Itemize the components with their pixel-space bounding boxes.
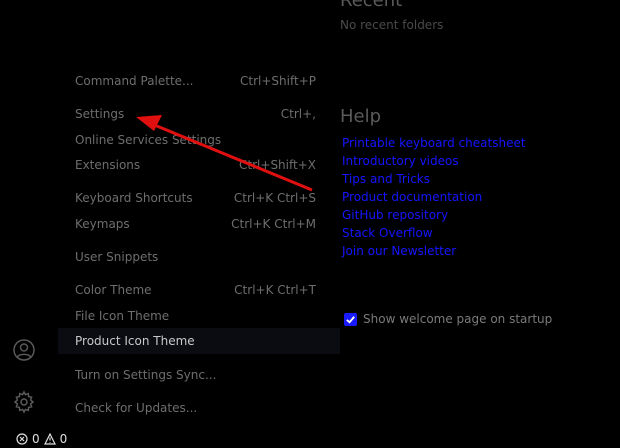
- recent-heading: Recent: [340, 0, 403, 11]
- help-link-stack-overflow[interactable]: Stack Overflow: [342, 224, 526, 242]
- menu-item-command-palette[interactable]: Command Palette... Ctrl+Shift+P: [58, 68, 340, 94]
- menu-item-shortcut: Ctrl+Shift+X: [239, 158, 316, 172]
- manage-gear-icon[interactable]: [12, 390, 36, 414]
- menu-item-label: User Snippets: [75, 250, 159, 264]
- menu-item-shortcut: Ctrl+,: [280, 107, 316, 121]
- help-heading: Help: [340, 106, 382, 127]
- error-icon[interactable]: [16, 433, 28, 445]
- menu-item-label: Keyboard Shortcuts: [75, 191, 193, 205]
- help-link-github-repository[interactable]: GitHub repository: [342, 206, 526, 224]
- account-icon[interactable]: [12, 338, 36, 362]
- menu-item-label: Keymaps: [75, 217, 130, 231]
- warning-count[interactable]: 0: [60, 432, 68, 446]
- menu-item-settings-sync[interactable]: Turn on Settings Sync...: [58, 362, 340, 388]
- help-link-tips-and-tricks[interactable]: Tips and Tricks: [342, 170, 526, 188]
- menu-item-label: Turn on Settings Sync...: [75, 368, 217, 382]
- menu-item-keymaps[interactable]: Keymaps Ctrl+K Ctrl+M: [58, 211, 340, 237]
- menu-item-label: Command Palette...: [75, 74, 194, 88]
- menu-item-color-theme[interactable]: Color Theme Ctrl+K Ctrl+T: [58, 277, 340, 303]
- help-link-introductory-videos[interactable]: Introductory videos: [342, 152, 526, 170]
- menu-item-label: Settings: [75, 107, 125, 121]
- menu-item-shortcut: Ctrl+K Ctrl+T: [234, 283, 316, 297]
- check-icon: [346, 315, 355, 324]
- help-links: Printable keyboard cheatsheet Introducto…: [342, 134, 526, 260]
- menu-item-file-icon-theme[interactable]: File Icon Theme: [58, 303, 340, 329]
- show-on-startup-checkbox[interactable]: [344, 312, 357, 326]
- help-link-newsletter[interactable]: Join our Newsletter: [342, 242, 526, 260]
- status-bar: 0 0: [0, 430, 620, 448]
- recent-empty-text: No recent folders: [340, 18, 444, 32]
- menu-item-label: Check for Updates...: [75, 401, 198, 415]
- warning-icon[interactable]: [43, 433, 56, 445]
- show-on-startup-row: Show welcome page on startup: [344, 312, 552, 326]
- menu-item-shortcut: Ctrl+K Ctrl+M: [231, 217, 316, 231]
- menu-item-product-icon-theme[interactable]: Product Icon Theme: [58, 328, 340, 354]
- menu-item-label: Color Theme: [75, 283, 152, 297]
- menu-item-online-services-settings[interactable]: Online Services Settings: [58, 127, 340, 153]
- activity-bar: [0, 0, 48, 430]
- menu-item-label: Extensions: [75, 158, 141, 172]
- help-link-keyboard-cheatsheet[interactable]: Printable keyboard cheatsheet: [342, 134, 526, 152]
- help-link-product-documentation[interactable]: Product documentation: [342, 188, 526, 206]
- menu-item-label: Online Services Settings: [75, 133, 222, 147]
- manage-menu: Command Palette... Ctrl+Shift+P Settings…: [58, 66, 340, 430]
- show-on-startup-label: Show welcome page on startup: [363, 312, 553, 326]
- menu-item-keyboard-shortcuts[interactable]: Keyboard Shortcuts Ctrl+K Ctrl+S: [58, 185, 340, 211]
- menu-item-user-snippets[interactable]: User Snippets: [58, 244, 340, 270]
- menu-item-label: File Icon Theme: [75, 309, 170, 323]
- menu-item-check-for-updates[interactable]: Check for Updates...: [58, 395, 340, 421]
- menu-item-shortcut: Ctrl+Shift+P: [240, 74, 316, 88]
- menu-item-label: Product Icon Theme: [75, 334, 195, 348]
- menu-item-extensions[interactable]: Extensions Ctrl+Shift+X: [58, 152, 340, 178]
- menu-item-shortcut: Ctrl+K Ctrl+S: [233, 191, 316, 205]
- error-count[interactable]: 0: [32, 432, 40, 446]
- welcome-page: Recent No recent folders Help Printable …: [338, 0, 620, 430]
- menu-item-settings[interactable]: Settings Ctrl+,: [58, 101, 340, 127]
